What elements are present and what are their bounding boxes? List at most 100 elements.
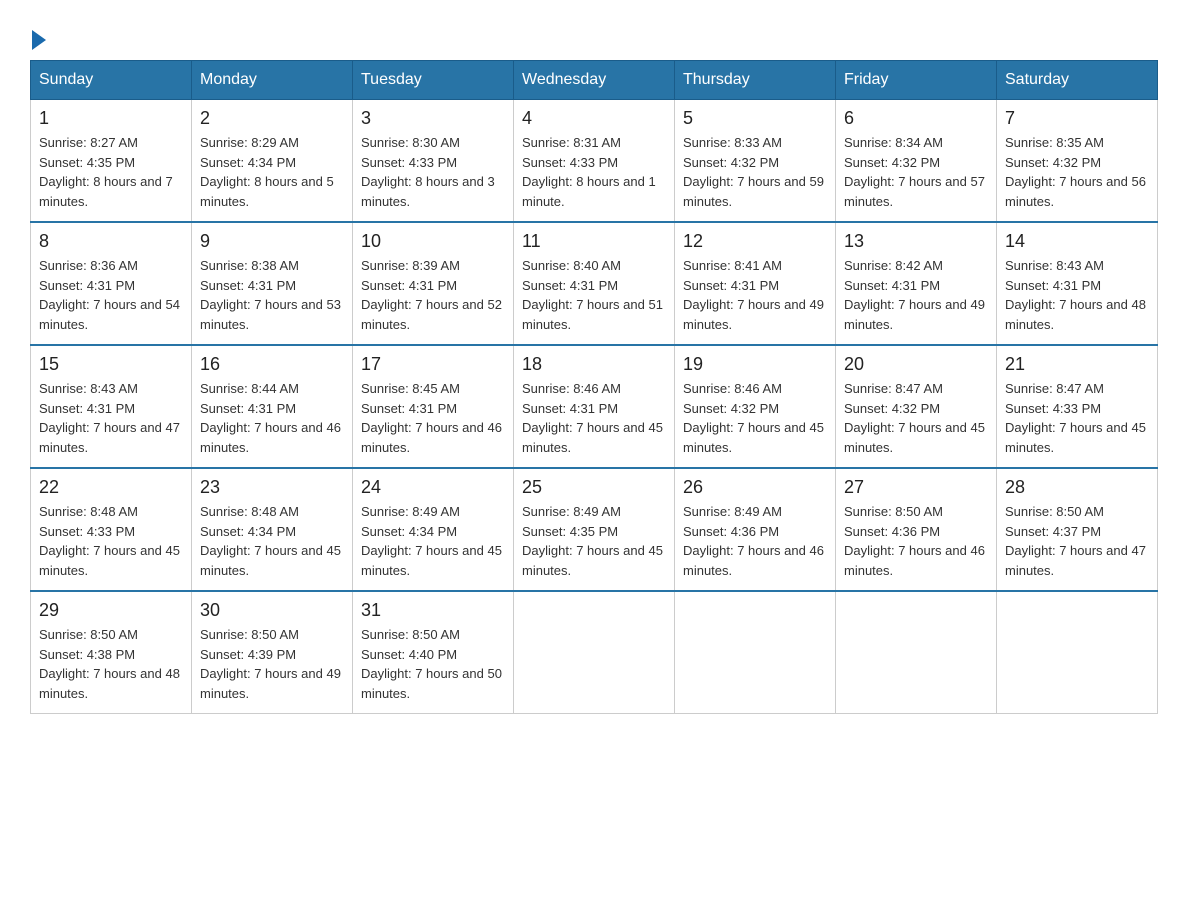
day-number: 31 — [361, 600, 505, 621]
calendar-cell: 11Sunrise: 8:40 AMSunset: 4:31 PMDayligh… — [514, 222, 675, 345]
day-number: 25 — [522, 477, 666, 498]
calendar-cell: 5 Sunrise: 8:33 AMSunset: 4:32 PMDaylight… — [675, 100, 836, 223]
day-number: 18 — [522, 354, 666, 375]
day-number: 20 — [844, 354, 988, 375]
day-info: Sunrise: 8:33 AMSunset: 4:32 PMDaylight:… — [683, 133, 827, 211]
day-number: 13 — [844, 231, 988, 252]
calendar-cell: 3 Sunrise: 8:30 AMSunset: 4:33 PMDaylight… — [353, 100, 514, 223]
calendar-week-row: 1 Sunrise: 8:27 AMSunset: 4:35 PMDaylight… — [31, 100, 1158, 223]
calendar-cell: 24 Sunrise: 8:49 AMSunset: 4:34 PMDayligh… — [353, 468, 514, 591]
day-number: 19 — [683, 354, 827, 375]
day-number: 3 — [361, 108, 505, 129]
day-info: Sunrise: 8:49 AMSunset: 4:35 PMDaylight:… — [522, 502, 666, 580]
calendar-week-row: 22 Sunrise: 8:48 AMSunset: 4:33 PMDayligh… — [31, 468, 1158, 591]
day-info: Sunrise: 8:46 AMSunset: 4:32 PMDaylight:… — [683, 379, 827, 457]
calendar-cell: 16Sunrise: 8:44 AMSunset: 4:31 PMDayligh… — [192, 345, 353, 468]
calendar-cell: 20 Sunrise: 8:47 AMSunset: 4:32 PMDayligh… — [836, 345, 997, 468]
day-info: Sunrise: 8:50 AMSunset: 4:38 PMDaylight:… — [39, 625, 183, 703]
day-info: Sunrise: 8:50 AMSunset: 4:37 PMDaylight:… — [1005, 502, 1149, 580]
calendar-cell: 18 Sunrise: 8:46 AMSunset: 4:31 PMDayligh… — [514, 345, 675, 468]
day-number: 17 — [361, 354, 505, 375]
day-info: Sunrise: 8:34 AMSunset: 4:32 PMDaylight:… — [844, 133, 988, 211]
page-header — [30, 20, 1158, 50]
calendar-cell: 7Sunrise: 8:35 AMSunset: 4:32 PMDaylight… — [997, 100, 1158, 223]
day-info: Sunrise: 8:38 AMSunset: 4:31 PMDaylight:… — [200, 256, 344, 334]
day-info: Sunrise: 8:39 AMSunset: 4:31 PMDaylight:… — [361, 256, 505, 334]
day-info: Sunrise: 8:42 AMSunset: 4:31 PMDaylight:… — [844, 256, 988, 334]
day-number: 23 — [200, 477, 344, 498]
calendar-cell: 2 Sunrise: 8:29 AMSunset: 4:34 PMDaylight… — [192, 100, 353, 223]
calendar-cell: 4 Sunrise: 8:31 AMSunset: 4:33 PMDaylight… — [514, 100, 675, 223]
day-number: 4 — [522, 108, 666, 129]
calendar-cell — [997, 591, 1158, 714]
calendar-cell: 1 Sunrise: 8:27 AMSunset: 4:35 PMDaylight… — [31, 100, 192, 223]
day-number: 6 — [844, 108, 988, 129]
calendar-week-row: 15 Sunrise: 8:43 AMSunset: 4:31 PMDayligh… — [31, 345, 1158, 468]
calendar-cell: 17 Sunrise: 8:45 AMSunset: 4:31 PMDayligh… — [353, 345, 514, 468]
day-number: 28 — [1005, 477, 1149, 498]
weekday-header-tuesday: Tuesday — [353, 61, 514, 100]
day-info: Sunrise: 8:43 AMSunset: 4:31 PMDaylight:… — [39, 379, 183, 457]
day-number: 12 — [683, 231, 827, 252]
day-number: 30 — [200, 600, 344, 621]
calendar-cell: 13 Sunrise: 8:42 AMSunset: 4:31 PMDayligh… — [836, 222, 997, 345]
weekday-header-saturday: Saturday — [997, 61, 1158, 100]
day-info: Sunrise: 8:46 AMSunset: 4:31 PMDaylight:… — [522, 379, 666, 457]
day-info: Sunrise: 8:47 AMSunset: 4:32 PMDaylight:… — [844, 379, 988, 457]
calendar-cell: 19 Sunrise: 8:46 AMSunset: 4:32 PMDayligh… — [675, 345, 836, 468]
calendar-cell: 23 Sunrise: 8:48 AMSunset: 4:34 PMDayligh… — [192, 468, 353, 591]
day-number: 8 — [39, 231, 183, 252]
calendar-cell: 25 Sunrise: 8:49 AMSunset: 4:35 PMDayligh… — [514, 468, 675, 591]
calendar-cell: 15 Sunrise: 8:43 AMSunset: 4:31 PMDayligh… — [31, 345, 192, 468]
day-info: Sunrise: 8:27 AMSunset: 4:35 PMDaylight:… — [39, 133, 183, 211]
day-info: Sunrise: 8:49 AMSunset: 4:36 PMDaylight:… — [683, 502, 827, 580]
day-number: 7 — [1005, 108, 1149, 129]
day-info: Sunrise: 8:48 AMSunset: 4:34 PMDaylight:… — [200, 502, 344, 580]
calendar-week-row: 29 Sunrise: 8:50 AMSunset: 4:38 PMDayligh… — [31, 591, 1158, 714]
calendar-cell: 21 Sunrise: 8:47 AMSunset: 4:33 PMDayligh… — [997, 345, 1158, 468]
calendar-cell: 10 Sunrise: 8:39 AMSunset: 4:31 PMDayligh… — [353, 222, 514, 345]
day-number: 10 — [361, 231, 505, 252]
calendar-cell: 28 Sunrise: 8:50 AMSunset: 4:37 PMDayligh… — [997, 468, 1158, 591]
day-number: 22 — [39, 477, 183, 498]
day-info: Sunrise: 8:41 AMSunset: 4:31 PMDaylight:… — [683, 256, 827, 334]
calendar-cell: 31Sunrise: 8:50 AMSunset: 4:40 PMDayligh… — [353, 591, 514, 714]
day-number: 24 — [361, 477, 505, 498]
calendar-cell: 30Sunrise: 8:50 AMSunset: 4:39 PMDayligh… — [192, 591, 353, 714]
weekday-header-sunday: Sunday — [31, 61, 192, 100]
calendar-cell: 6 Sunrise: 8:34 AMSunset: 4:32 PMDaylight… — [836, 100, 997, 223]
calendar-week-row: 8Sunrise: 8:36 AMSunset: 4:31 PMDaylight… — [31, 222, 1158, 345]
day-info: Sunrise: 8:43 AMSunset: 4:31 PMDaylight:… — [1005, 256, 1149, 334]
day-number: 15 — [39, 354, 183, 375]
calendar-cell — [514, 591, 675, 714]
day-info: Sunrise: 8:50 AMSunset: 4:36 PMDaylight:… — [844, 502, 988, 580]
day-number: 14 — [1005, 231, 1149, 252]
day-info: Sunrise: 8:30 AMSunset: 4:33 PMDaylight:… — [361, 133, 505, 211]
day-info: Sunrise: 8:49 AMSunset: 4:34 PMDaylight:… — [361, 502, 505, 580]
day-info: Sunrise: 8:48 AMSunset: 4:33 PMDaylight:… — [39, 502, 183, 580]
calendar-cell: 27 Sunrise: 8:50 AMSunset: 4:36 PMDayligh… — [836, 468, 997, 591]
day-number: 29 — [39, 600, 183, 621]
day-number: 27 — [844, 477, 988, 498]
weekday-header-wednesday: Wednesday — [514, 61, 675, 100]
calendar-cell: 26 Sunrise: 8:49 AMSunset: 4:36 PMDayligh… — [675, 468, 836, 591]
day-info: Sunrise: 8:47 AMSunset: 4:33 PMDaylight:… — [1005, 379, 1149, 457]
day-number: 11 — [522, 231, 666, 252]
calendar-cell: 14 Sunrise: 8:43 AMSunset: 4:31 PMDayligh… — [997, 222, 1158, 345]
day-number: 21 — [1005, 354, 1149, 375]
day-number: 1 — [39, 108, 183, 129]
weekday-header-monday: Monday — [192, 61, 353, 100]
day-number: 26 — [683, 477, 827, 498]
calendar-table: SundayMondayTuesdayWednesdayThursdayFrid… — [30, 60, 1158, 714]
weekday-header-friday: Friday — [836, 61, 997, 100]
day-info: Sunrise: 8:45 AMSunset: 4:31 PMDaylight:… — [361, 379, 505, 457]
logo — [30, 20, 46, 50]
calendar-cell — [675, 591, 836, 714]
day-info: Sunrise: 8:29 AMSunset: 4:34 PMDaylight:… — [200, 133, 344, 211]
day-number: 5 — [683, 108, 827, 129]
day-info: Sunrise: 8:31 AMSunset: 4:33 PMDaylight:… — [522, 133, 666, 211]
day-info: Sunrise: 8:44 AMSunset: 4:31 PMDaylight:… — [200, 379, 344, 457]
calendar-cell: 12 Sunrise: 8:41 AMSunset: 4:31 PMDayligh… — [675, 222, 836, 345]
day-number: 2 — [200, 108, 344, 129]
calendar-cell: 9Sunrise: 8:38 AMSunset: 4:31 PMDaylight… — [192, 222, 353, 345]
